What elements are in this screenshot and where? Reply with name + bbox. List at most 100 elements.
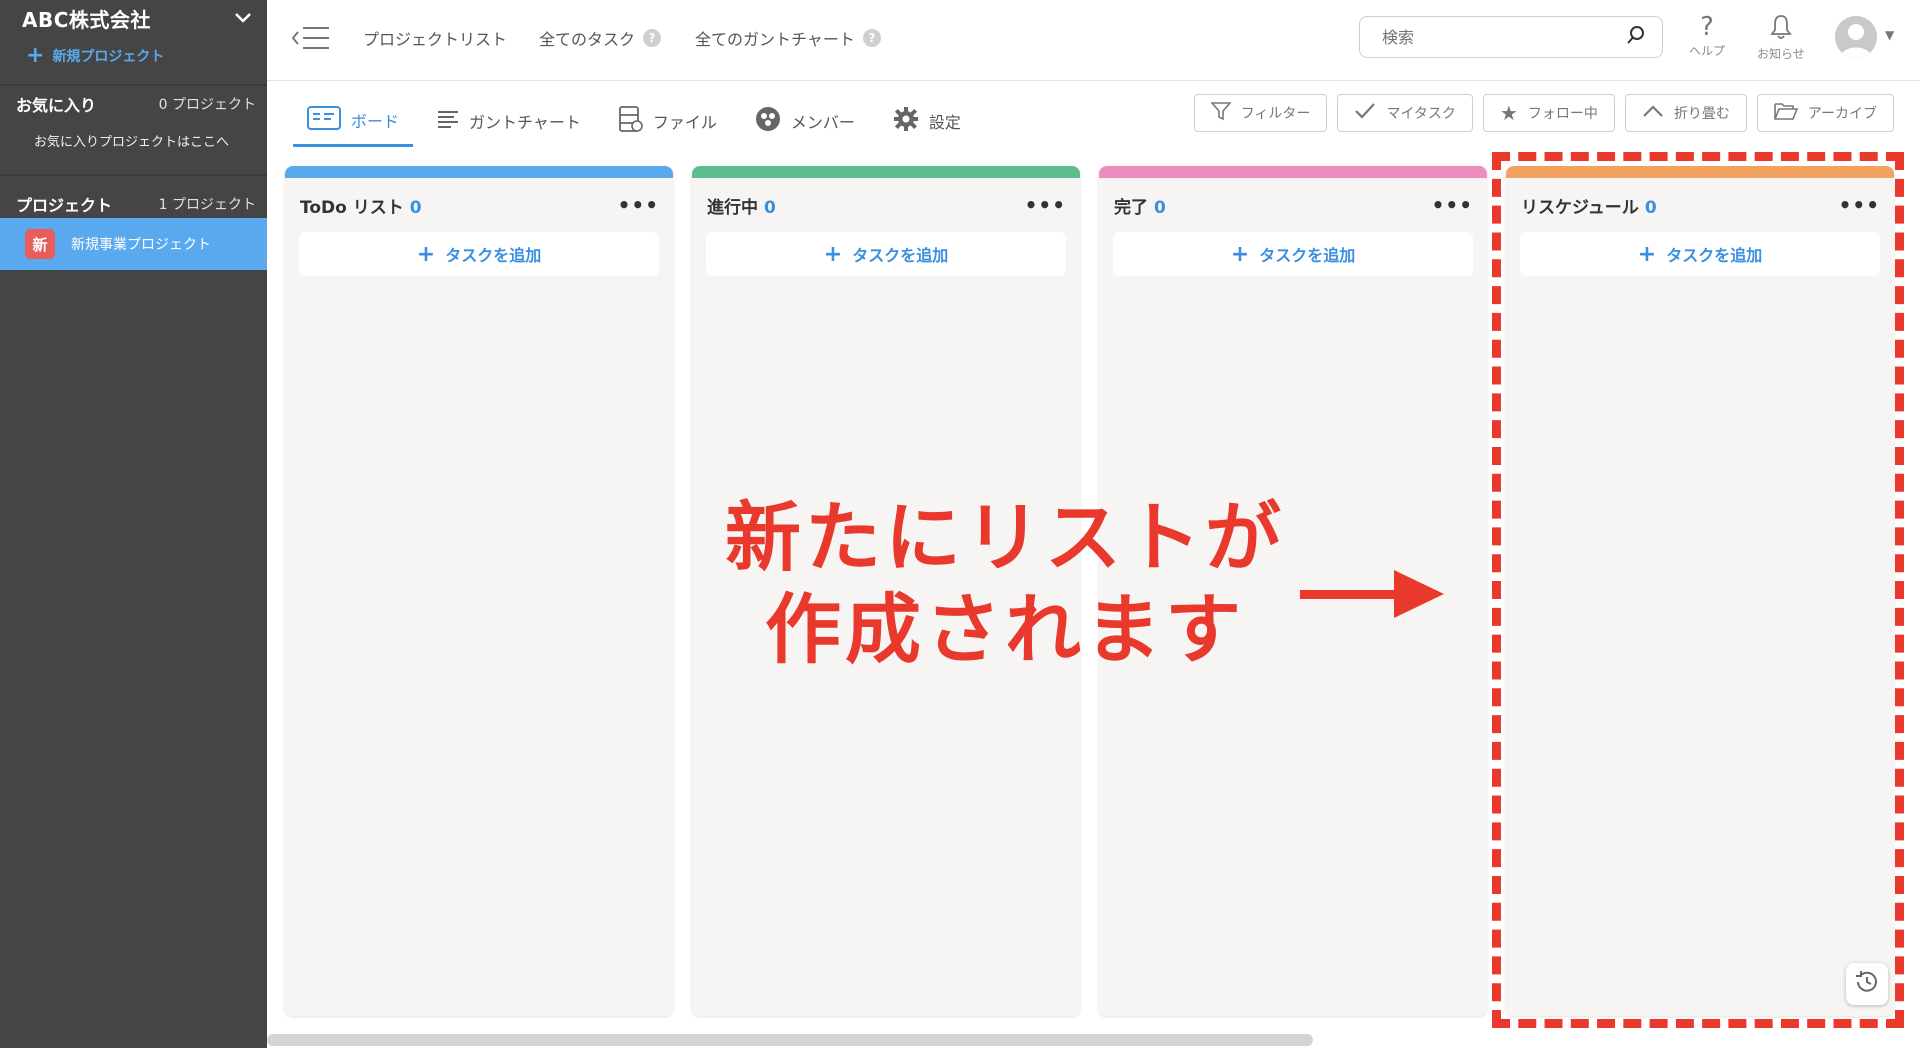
members-icon xyxy=(755,106,781,136)
caret-down-icon[interactable]: ▼ xyxy=(1885,28,1894,42)
collapse-label: 折り畳む xyxy=(1673,106,1730,122)
tab-gantt[interactable]: ガントチャート xyxy=(423,96,595,146)
tab-label: ガントチャート xyxy=(469,113,581,132)
highlight-dashed-box xyxy=(1492,152,1904,1028)
collapse-button[interactable]: 折り畳む xyxy=(1624,94,1747,132)
tab-label: ファイル xyxy=(652,113,717,132)
column-color-bar xyxy=(1099,166,1487,178)
search-icon[interactable] xyxy=(1626,25,1646,49)
column-header: 進行中 0 ••• xyxy=(692,182,1080,228)
column-title: 進行中 xyxy=(707,197,758,218)
sidebar-item-project[interactable]: 新 新規事業プロジェクト xyxy=(0,218,267,270)
horizontal-scrollbar[interactable] xyxy=(267,1034,1313,1046)
tab-label: ボード xyxy=(351,112,400,131)
filter-icon xyxy=(1209,101,1232,125)
plus-icon: + xyxy=(1230,241,1250,267)
nav-all-gantt[interactable]: 全てのガントチャート ? xyxy=(695,26,881,50)
annotation-line: 作成されます xyxy=(765,585,1245,674)
column-header: 完了 0 ••• xyxy=(1099,182,1487,228)
file-cabinet-icon xyxy=(618,106,643,136)
star-icon: ★ xyxy=(1499,101,1518,125)
plus-icon: + xyxy=(823,241,843,267)
following-label: フォロー中 xyxy=(1527,106,1598,122)
notifications-button[interactable]: お知らせ xyxy=(1757,12,1805,62)
search-input[interactable] xyxy=(1380,26,1626,48)
add-task-label: タスクを追加 xyxy=(445,246,542,265)
projects-count: 1 プロジェクト xyxy=(158,197,256,213)
help-label: ヘルプ xyxy=(1689,44,1726,58)
column-title: 完了 xyxy=(1114,197,1148,218)
column-count: 0 xyxy=(409,197,422,218)
more-icon[interactable]: ••• xyxy=(1432,193,1473,217)
search-box xyxy=(1359,16,1663,58)
board-icon xyxy=(307,106,341,134)
plus-icon: + xyxy=(416,241,436,267)
bell-icon xyxy=(1770,12,1792,45)
my-tasks-button[interactable]: マイタスク xyxy=(1337,94,1473,132)
check-icon xyxy=(1354,102,1376,124)
tab-label: メンバー xyxy=(790,113,855,132)
column-title: ToDo リスト xyxy=(300,197,404,218)
project-tabs: ボード ガントチャート ファイル メンバー 設定 xyxy=(293,96,985,148)
tab-members[interactable]: メンバー xyxy=(741,96,869,146)
more-icon[interactable]: ••• xyxy=(618,193,659,217)
sidebar-divider xyxy=(0,84,267,86)
new-project-button[interactable]: + 新規プロジェクト xyxy=(26,43,165,68)
tab-label: 設定 xyxy=(928,113,961,132)
projects-header: プロジェクト 1 プロジェクト xyxy=(16,192,256,216)
filter-button[interactable]: フィルター xyxy=(1193,94,1328,132)
favorites-count: 0 プロジェクト xyxy=(158,97,256,113)
column-color-bar xyxy=(285,166,673,178)
help-circle-icon[interactable]: ? xyxy=(862,29,881,47)
question-icon: ? xyxy=(1700,12,1714,42)
tab-board[interactable]: ボード xyxy=(293,96,414,147)
company-name: ABC株式会社 xyxy=(22,7,151,32)
add-task-label: タスクを追加 xyxy=(852,246,949,265)
more-icon[interactable]: ••• xyxy=(1025,193,1066,217)
help-button[interactable]: ? ヘルプ xyxy=(1689,12,1725,59)
list-column: ToDo リスト 0 ••• + タスクを追加 xyxy=(285,166,673,1016)
add-task-button[interactable]: + タスクを追加 xyxy=(299,232,659,276)
gear-icon xyxy=(893,106,919,136)
archive-label: アーカイブ xyxy=(1807,106,1877,122)
column-count: 0 xyxy=(764,197,776,218)
sidebar-divider xyxy=(0,174,267,176)
nav-label: 全てのガントチャート xyxy=(695,30,855,49)
add-task-button[interactable]: + タスクを追加 xyxy=(1113,232,1473,276)
new-project-label: 新規プロジェクト xyxy=(52,49,165,65)
add-task-label: タスクを追加 xyxy=(1259,246,1356,265)
project-badge: 新 xyxy=(25,229,55,259)
tab-settings[interactable]: 設定 xyxy=(879,96,975,146)
chevron-up-icon xyxy=(1642,104,1664,122)
list-lines-icon xyxy=(437,109,459,133)
board-toolbar: フィルター マイタスク ★ フォロー中 折り畳む アーカイブ xyxy=(1193,94,1894,132)
nav-project-list[interactable]: プロジェクトリスト xyxy=(363,26,507,50)
sidebar: ABC株式会社 + 新規プロジェクト お気に入り 0 プロジェクト お気に入りプ… xyxy=(0,0,267,1048)
annotation-line: 新たにリストが xyxy=(725,493,1285,582)
my-tasks-label: マイタスク xyxy=(1386,106,1456,122)
company-switcher[interactable]: ABC株式会社 xyxy=(22,4,258,32)
nav-all-tasks[interactable]: 全てのタスク ? xyxy=(539,26,662,50)
favorites-header: お気に入り 0 プロジェクト xyxy=(16,92,256,116)
following-button[interactable]: ★ フォロー中 xyxy=(1482,94,1615,132)
favorites-placeholder: お気に入りプロジェクトはここへ xyxy=(34,135,230,150)
archive-button[interactable]: アーカイブ xyxy=(1756,94,1894,132)
annotation-text: 新たにリストが 作成されます xyxy=(700,492,1310,676)
nav-label: 全てのタスク xyxy=(539,30,636,49)
column-color-bar xyxy=(692,166,1080,178)
column-count: 0 xyxy=(1154,197,1166,218)
projects-title: プロジェクト xyxy=(16,196,113,215)
filter-label: フィルター xyxy=(1240,106,1311,122)
notifications-label: お知らせ xyxy=(1757,47,1805,61)
plus-icon: + xyxy=(26,43,45,68)
chevron-down-icon xyxy=(234,8,252,29)
help-circle-icon[interactable]: ? xyxy=(643,29,662,47)
tab-files[interactable]: ファイル xyxy=(605,96,731,146)
favorites-title: お気に入り xyxy=(16,96,97,115)
arrow-right-icon xyxy=(1300,566,1446,622)
column-header: ToDo リスト 0 ••• xyxy=(285,182,673,228)
add-task-button[interactable]: + タスクを追加 xyxy=(706,232,1066,276)
avatar[interactable] xyxy=(1835,16,1877,58)
sidebar-toggle-icon[interactable] xyxy=(291,24,331,52)
top-bar: プロジェクトリスト 全てのタスク ? 全てのガントチャート ? ? ヘルプ お知… xyxy=(267,0,1920,81)
